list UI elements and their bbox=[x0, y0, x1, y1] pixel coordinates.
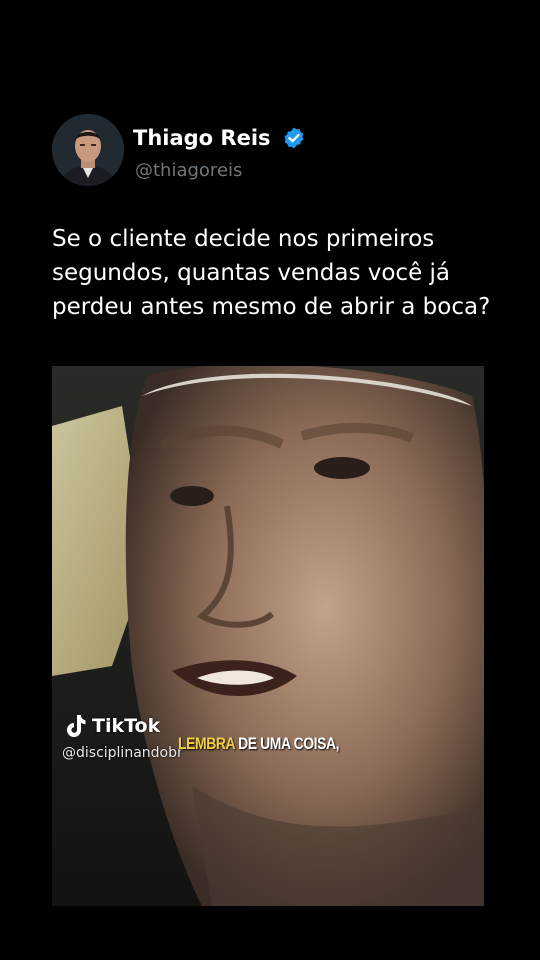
verified-badge-icon bbox=[284, 127, 303, 149]
tiktok-logo-icon bbox=[67, 715, 86, 737]
tiktok-watermark: TikTok bbox=[66, 714, 160, 738]
tweet-header: Thiago Reis @thiagoreis bbox=[52, 114, 492, 188]
caption-rest: DE UMA COISA, bbox=[234, 734, 340, 753]
video-thumbnail[interactable]: TikTok @disciplinandobr LEMBRA DE UMA CO… bbox=[52, 366, 484, 906]
video-frame-image bbox=[52, 366, 484, 906]
avatar[interactable] bbox=[52, 114, 124, 186]
tiktok-brand-text: TikTok bbox=[92, 715, 161, 737]
author-handle[interactable]: @thiagoreis bbox=[135, 160, 242, 181]
author-name-row: Thiago Reis bbox=[133, 126, 306, 150]
caption-highlight: LEMBRA bbox=[178, 734, 235, 753]
author-name[interactable]: Thiago Reis bbox=[133, 126, 271, 150]
tiktok-username: @disciplinandobr bbox=[62, 745, 183, 761]
avatar-portrait bbox=[52, 114, 124, 186]
video-caption: LEMBRA DE UMA COISA, bbox=[178, 734, 340, 754]
tweet-text: Se o cliente decide nos primeiros segund… bbox=[52, 226, 491, 320]
